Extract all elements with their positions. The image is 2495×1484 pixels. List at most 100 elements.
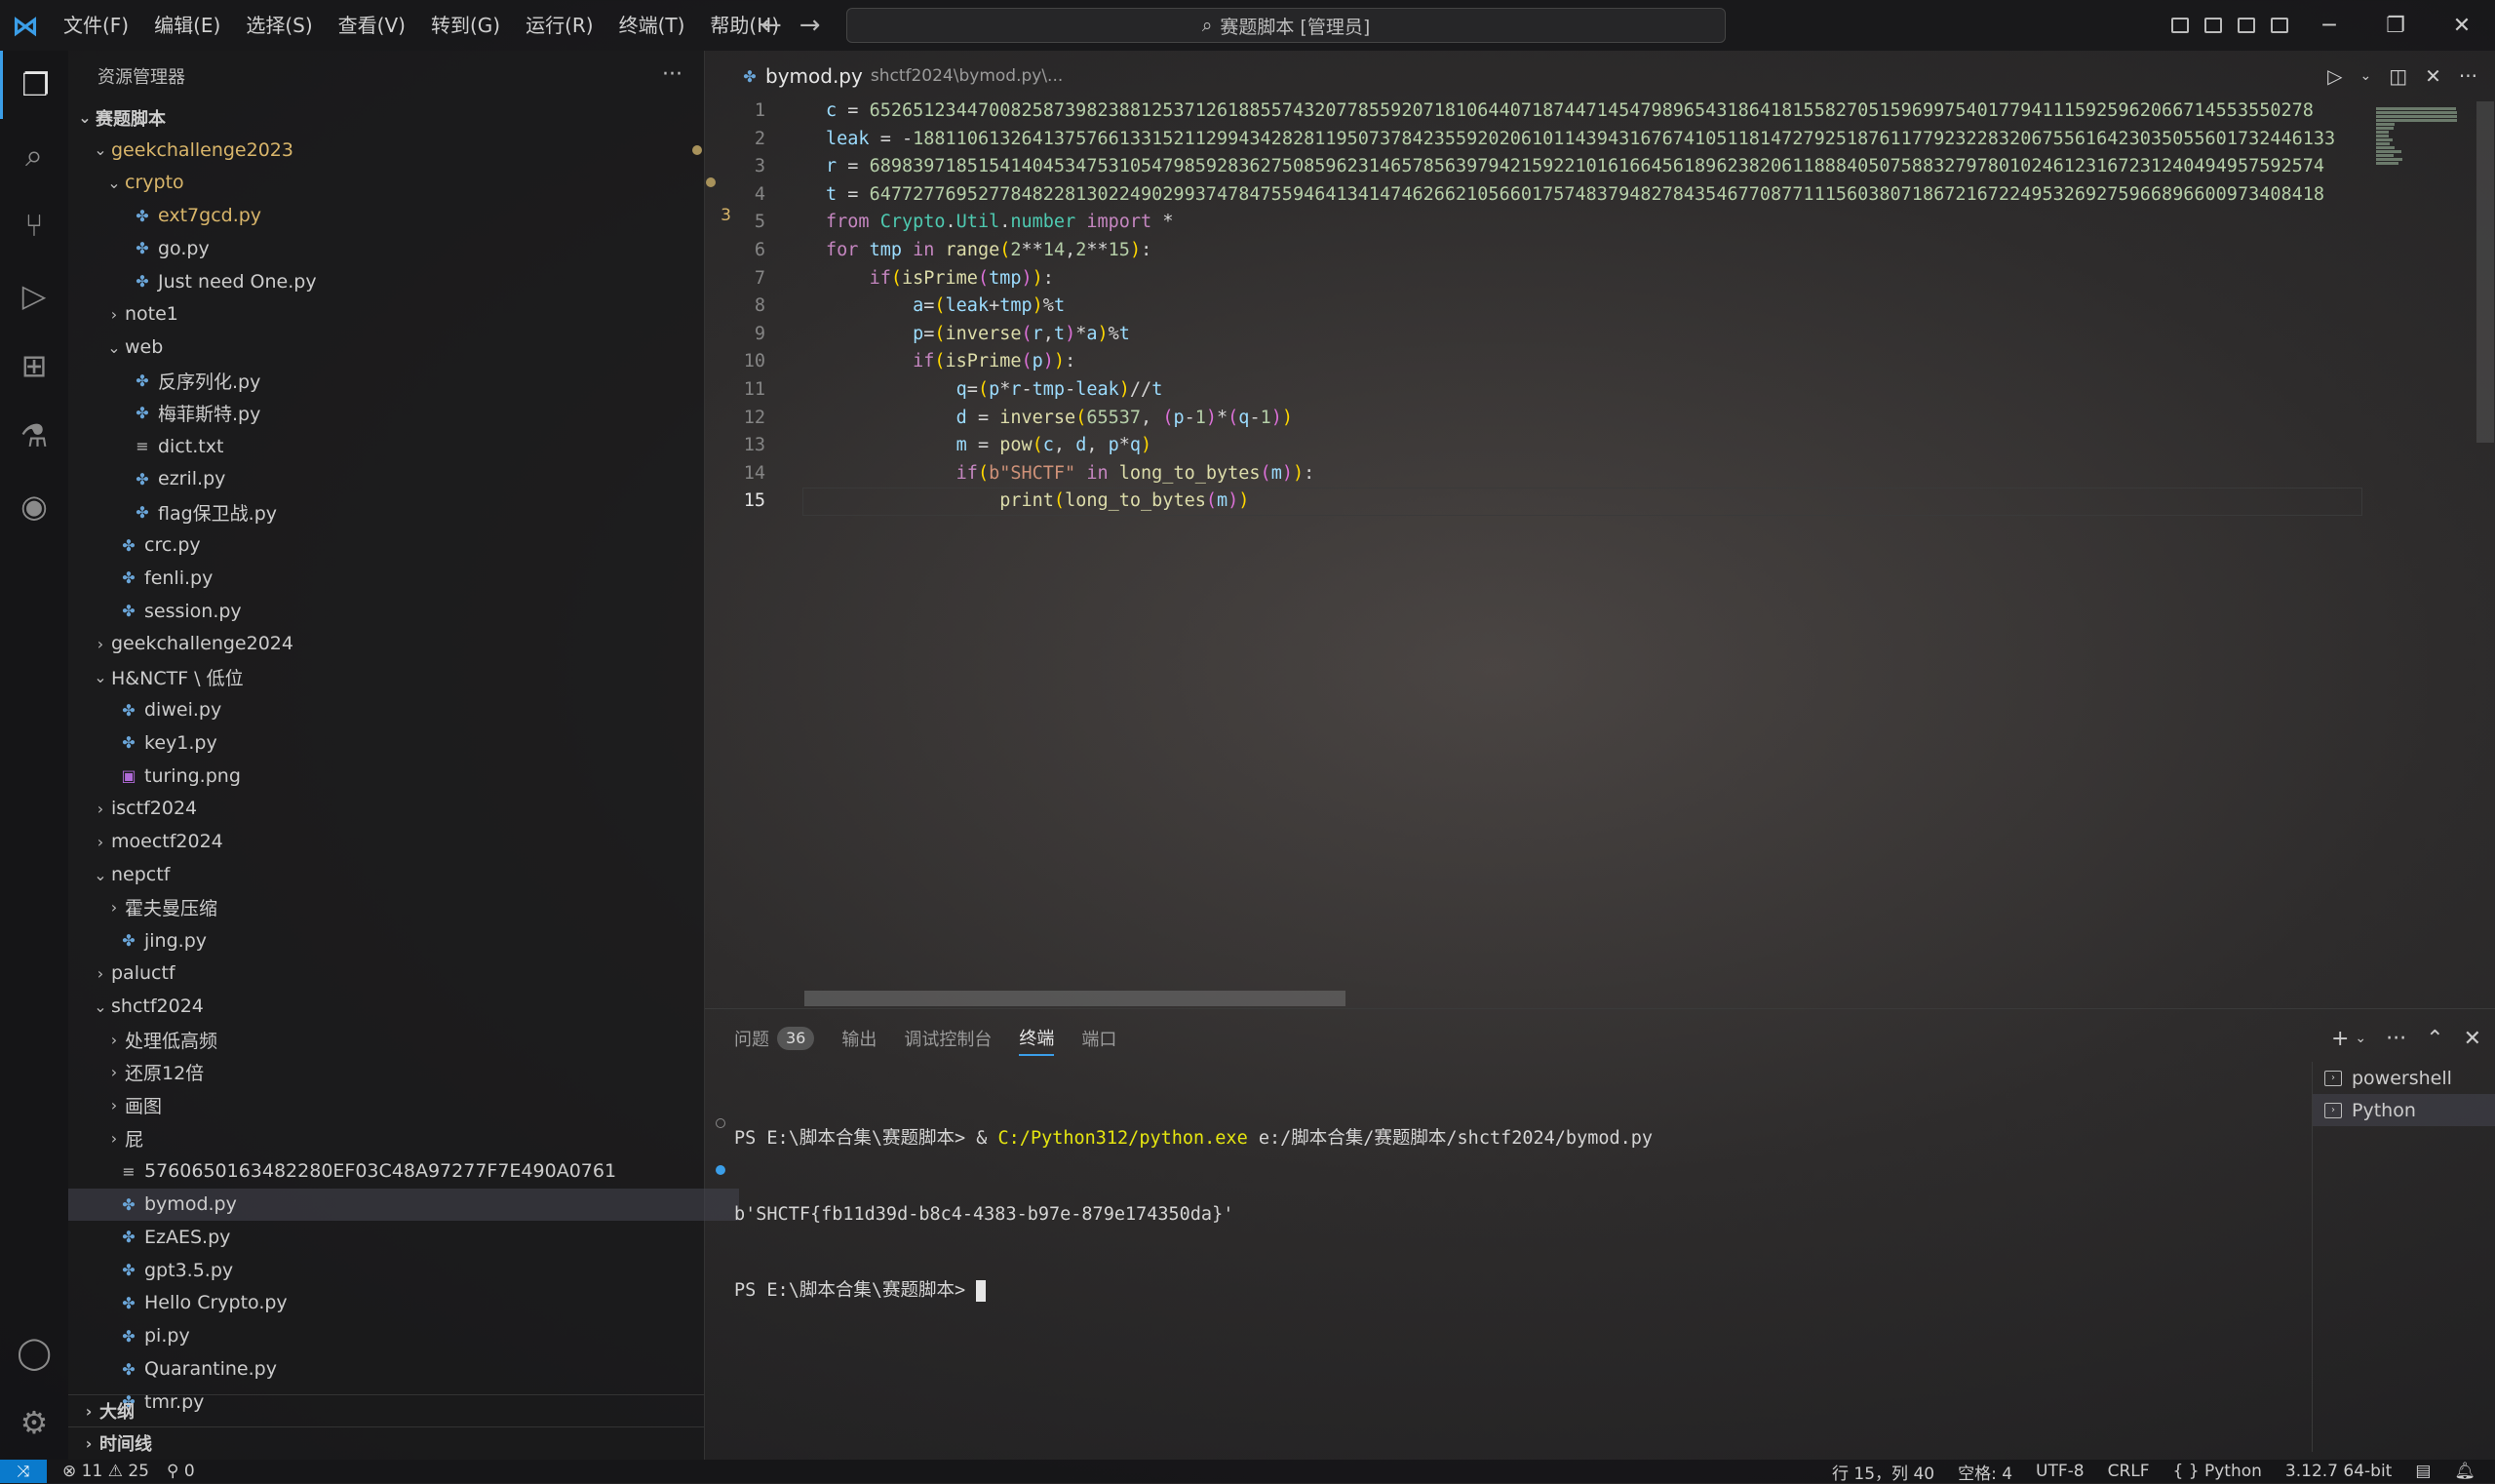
tree-folder[interactable]: ⌄ H&NCTF \ 低位: [68, 661, 725, 693]
chevron-down-icon[interactable]: ⌄: [2360, 68, 2372, 84]
tree-folder[interactable]: ⌄ nepctf: [68, 859, 725, 891]
tree-folder[interactable]: › 处理低高频: [68, 1024, 739, 1056]
search-view-icon[interactable]: ⌕: [0, 121, 68, 189]
menu-file[interactable]: 文件(F): [51, 0, 141, 51]
tree-file[interactable]: ✤ 反序列化.py: [68, 365, 753, 397]
tree-folder[interactable]: ⌄ geekchallenge2023: [68, 134, 725, 166]
feedback-icon[interactable]: ▤: [2415, 1462, 2431, 1481]
tree-file[interactable]: ✤ diwei.py: [68, 694, 739, 726]
close-panel-icon[interactable]: ✕: [2464, 1027, 2481, 1051]
tree-folder[interactable]: ⌄ shctf2024: [68, 991, 725, 1023]
tree-file[interactable]: ✤ crc.py: [68, 529, 739, 562]
maximize-panel-icon[interactable]: ⌃: [2426, 1027, 2443, 1051]
tree-file[interactable]: ✤ ezril.py: [68, 463, 753, 495]
split-editor-icon[interactable]: ◫: [2389, 64, 2407, 88]
tree-folder[interactable]: › note1: [68, 298, 739, 331]
customize-layout-icon[interactable]: [2263, 0, 2296, 51]
tree-folder[interactable]: › 屁: [68, 1122, 739, 1154]
python-interpreter[interactable]: 3.12.7 64-bit: [2285, 1462, 2392, 1481]
encoding[interactable]: UTF-8: [2036, 1462, 2085, 1481]
forward-arrow-icon[interactable]: →: [799, 11, 821, 40]
back-arrow-icon[interactable]: ←: [760, 11, 782, 40]
tree-file[interactable]: ✤ Just need One.py: [68, 265, 753, 297]
toggle-sidebar-icon[interactable]: [2164, 0, 2197, 51]
tab-problems[interactable]: 问题 36: [734, 1021, 815, 1056]
toggle-panel-icon[interactable]: [2197, 0, 2230, 51]
settings-gear-icon[interactable]: ⚙: [0, 1388, 68, 1457]
accounts-icon[interactable]: ◯: [0, 1318, 68, 1386]
language-mode[interactable]: { } Python: [2173, 1462, 2262, 1481]
command-center-search[interactable]: ⌕ 赛题脚本 [管理员]: [846, 8, 1726, 43]
new-terminal-icon[interactable]: +: [2331, 1027, 2349, 1051]
tree-file[interactable]: ✤ gpt3.5.py: [68, 1254, 739, 1286]
extensions-icon[interactable]: ⊞: [0, 332, 68, 400]
tab-output[interactable]: 输出: [841, 1021, 877, 1056]
tree-file[interactable]: ✤ jing.py: [68, 924, 739, 957]
menu-selection[interactable]: 选择(S): [233, 0, 325, 51]
close-tab-icon[interactable]: ✕: [2425, 64, 2441, 88]
tree-file[interactable]: ✤ ext7gcd.py 3: [68, 200, 753, 232]
tree-file[interactable]: ▣ turing.png: [68, 760, 739, 792]
workspace-root[interactable]: ⌄ 赛题脚本: [68, 101, 710, 134]
more-actions-icon[interactable]: ···: [2386, 1027, 2406, 1051]
minimize-icon[interactable]: ─: [2296, 0, 2362, 51]
run-debug-icon[interactable]: ▷: [0, 261, 68, 330]
tree-folder[interactable]: › paluctf: [68, 957, 725, 990]
menu-edit[interactable]: 编辑(E): [141, 0, 233, 51]
chevron-down-icon[interactable]: ⌄: [2355, 1031, 2366, 1046]
tree-folder[interactable]: ⌄ crypto: [68, 167, 739, 199]
more-actions-icon[interactable]: ···: [2459, 64, 2477, 88]
tree-folder[interactable]: ⌄ web: [68, 332, 739, 364]
terminal-item-python[interactable]: › Python: [2313, 1094, 2495, 1126]
end-of-line[interactable]: CRLF: [2108, 1462, 2150, 1481]
testing-flask-icon[interactable]: ⚗: [0, 402, 68, 470]
outline-section[interactable]: › 大纲: [68, 1394, 704, 1426]
tree-folder[interactable]: › 霍夫曼压缩: [68, 891, 739, 923]
command-pending-decoration-icon[interactable]: [716, 1165, 725, 1175]
tab-ports[interactable]: 端口: [1081, 1021, 1116, 1056]
tree-folder[interactable]: › isctf2024: [68, 793, 725, 825]
menu-terminal[interactable]: 终端(T): [606, 0, 698, 51]
tree-folder[interactable]: › geekchallenge2024: [68, 628, 725, 660]
terminal-item-powershell[interactable]: › powershell: [2313, 1062, 2495, 1094]
terminal-output[interactable]: PS E:\脚本合集\赛题脚本> & C:/Python312/python.e…: [734, 1075, 2294, 1354]
cursor-position[interactable]: 行 15，列 40: [1832, 1460, 1934, 1484]
tree-file[interactable]: ✤ Quarantine.py: [68, 1353, 739, 1386]
tree-file[interactable]: ✤ 梅菲斯特.py: [68, 397, 753, 429]
tree-folder[interactable]: › 画图: [68, 1089, 739, 1121]
remote-explorer-icon[interactable]: ◉: [0, 472, 68, 540]
tree-file[interactable]: ✤ Hello Crypto.py: [68, 1287, 739, 1319]
timeline-section[interactable]: › 时间线: [68, 1426, 704, 1459]
tree-file[interactable]: ✤ fenli.py: [68, 562, 739, 594]
vertical-scrollbar[interactable]: [2476, 101, 2494, 443]
tree-file[interactable]: ✤ flag保卫战.py: [68, 496, 753, 528]
tree-folder[interactable]: › moectf2024: [68, 826, 725, 858]
tree-file[interactable]: ✤ session.py: [68, 595, 739, 627]
tab-terminal[interactable]: 终端: [1019, 1021, 1055, 1056]
tree-file[interactable]: ✤ go.py: [68, 232, 753, 264]
restore-icon[interactable]: ❐: [2362, 0, 2429, 51]
run-python-icon[interactable]: ▷: [2327, 64, 2342, 88]
tree-file[interactable]: ≡ 5760650163482280EF03C48A97277F7E490A076…: [68, 1155, 739, 1188]
close-window-icon[interactable]: ✕: [2429, 0, 2495, 51]
tree-file[interactable]: ≡ dict.txt: [68, 430, 753, 462]
tab-bymod[interactable]: ✤ bymod.py shctf2024\bymod.py\...: [705, 51, 1075, 101]
menu-run[interactable]: 运行(R): [513, 0, 606, 51]
horizontal-scrollbar[interactable]: [804, 991, 1345, 1006]
code-editor[interactable]: 1c = 65265123447008258739823881253712618…: [705, 100, 2495, 1008]
notifications-bell-icon[interactable]: 🔔︎: [2454, 1462, 2476, 1481]
tree-file[interactable]: ✤ EzAES.py: [68, 1221, 739, 1253]
explorer-icon[interactable]: ❐: [0, 51, 68, 119]
indentation[interactable]: 空格: 4: [1958, 1460, 2012, 1484]
ports-status[interactable]: ⚲ 0: [167, 1462, 195, 1481]
menu-view[interactable]: 查看(V): [326, 0, 418, 51]
remote-indicator-icon[interactable]: ⤨: [0, 1460, 47, 1483]
menu-go[interactable]: 转到(G): [418, 0, 513, 51]
tree-file[interactable]: ✤ pi.py: [68, 1320, 739, 1352]
problems-status[interactable]: ⊗ 11 ⚠ 25: [62, 1462, 149, 1481]
toggle-secondary-sidebar-icon[interactable]: [2230, 0, 2263, 51]
more-actions-icon[interactable]: ···: [662, 62, 682, 87]
command-success-decoration-icon[interactable]: [716, 1118, 725, 1128]
tab-debug-console[interactable]: 调试控制台: [904, 1021, 992, 1056]
minimap[interactable]: [2368, 101, 2476, 1008]
